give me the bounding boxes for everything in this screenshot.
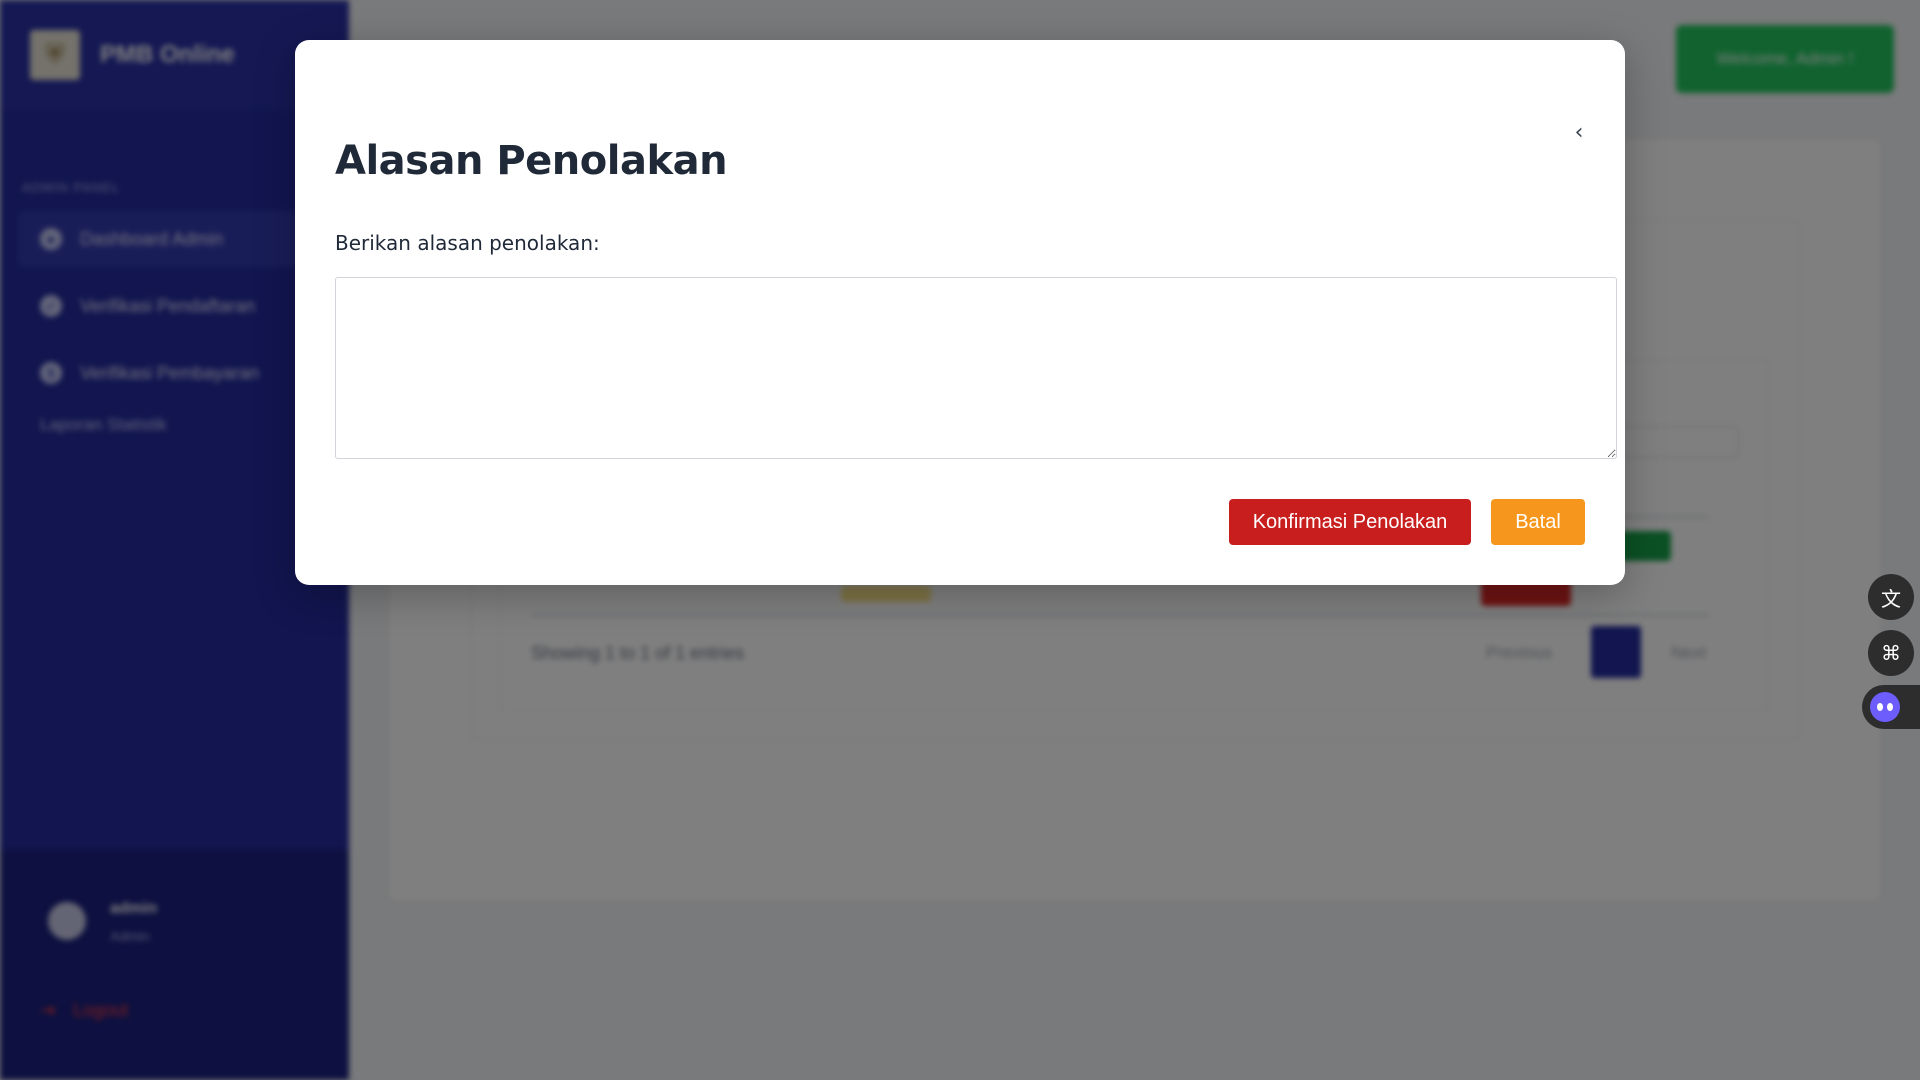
modal-title: Alasan Penolakan	[335, 138, 728, 184]
translate-icon[interactable]: 文	[1868, 574, 1914, 620]
close-icon[interactable]: ‹	[1567, 120, 1591, 145]
assistant-bot-icon[interactable]	[1862, 685, 1920, 729]
bot-face	[1870, 692, 1900, 722]
cancel-button[interactable]: Batal	[1491, 499, 1585, 545]
confirm-reject-button[interactable]: Konfirmasi Penolakan	[1229, 499, 1471, 545]
reason-label: Berikan alasan penolakan:	[335, 231, 600, 255]
apps-icon[interactable]: ⌘	[1868, 630, 1914, 676]
reject-reason-modal: Alasan Penolakan ‹ Berikan alasan penola…	[295, 40, 1625, 585]
reason-textarea[interactable]	[335, 277, 1617, 459]
